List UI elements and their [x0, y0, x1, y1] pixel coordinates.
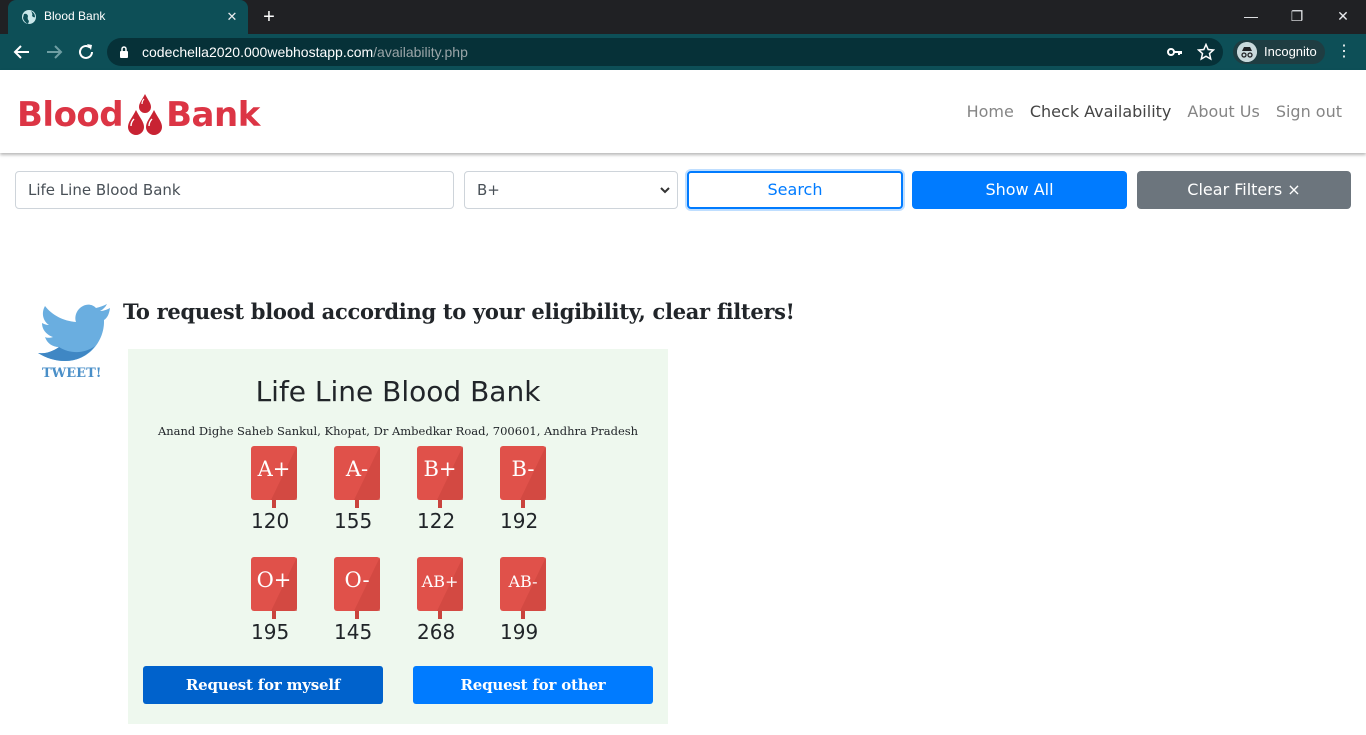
blood-group-label: AB- [508, 572, 538, 591]
blood-unit-count: 192 [500, 509, 539, 533]
blood-bag-B-neg: B- [500, 446, 546, 508]
url-host: codechella2020.000webhostapp.com [142, 44, 374, 60]
blood-group-label: B+ [423, 457, 457, 481]
bank-name-input[interactable]: Life Line Blood Bank [15, 171, 454, 209]
blood-unit-count: 120 [251, 509, 290, 533]
twitter-bird-icon [38, 304, 110, 361]
blood-group-label: A- [345, 457, 369, 481]
blood-bank-card: Life Line Blood Bank Anand Dighe Saheb S… [128, 349, 668, 724]
incognito-badge[interactable]: Incognito [1233, 40, 1325, 64]
blood-unit-count: 268 [417, 620, 456, 644]
nav-sign-out[interactable]: Sign out [1276, 102, 1342, 121]
nav-check-availability[interactable]: Check Availability [1030, 102, 1172, 121]
blood-bag-AB-pos: AB+ [417, 557, 463, 619]
brand-word-blood: Blood [17, 95, 124, 135]
site-navbar: Blood Bank Home Check Availability About… [0, 70, 1366, 153]
search-button[interactable]: Search [687, 171, 903, 209]
blood-group-label: AB+ [421, 572, 459, 591]
blood-bag-O-neg: O- [334, 557, 380, 619]
browser-tabstrip: Blood Bank ✕ + — ❐ ✕ [0, 0, 1366, 34]
blood-unit-count: 122 [417, 509, 456, 533]
tab-close-icon[interactable]: ✕ [223, 8, 241, 26]
incognito-icon [1237, 42, 1257, 62]
show-all-button[interactable]: Show All [912, 171, 1127, 209]
blood-group-label: O+ [256, 568, 292, 592]
tweet-label: TWEET! [42, 366, 102, 381]
bank-name: Life Line Blood Bank [255, 375, 541, 408]
back-arrow-icon[interactable] [11, 41, 33, 63]
incognito-label: Incognito [1264, 44, 1317, 59]
key-icon[interactable] [1167, 45, 1183, 59]
reload-icon[interactable] [75, 41, 97, 63]
blood-group-label: O- [344, 568, 370, 592]
blood-bag-B-pos: B+ [417, 446, 463, 508]
browser-toolbar: codechella2020.000webhostapp.com/availab… [0, 34, 1366, 70]
blood-unit-count: 195 [251, 620, 290, 644]
eligibility-notice: To request blood according to your eligi… [123, 299, 795, 324]
url-path: /availability.php [373, 44, 468, 60]
chevron-down-icon [660, 187, 670, 194]
blood-group-select[interactable]: B+ [464, 171, 678, 209]
bookmark-star-icon[interactable] [1197, 43, 1215, 61]
new-tab-icon[interactable]: + [258, 6, 280, 28]
bank-address: Anand Dighe Saheb Sankul, Khopat, Dr Amb… [157, 424, 639, 438]
lock-icon [120, 46, 128, 58]
browser-menu-icon[interactable]: ⋮ [1336, 42, 1352, 62]
window-minimize-icon[interactable]: — [1237, 6, 1265, 26]
blood-bag-AB-neg: AB- [500, 557, 546, 619]
tab-title: Blood Bank [44, 9, 106, 23]
blood-unit-count: 145 [334, 620, 373, 644]
blood-unit-count: 155 [334, 509, 373, 533]
clear-filters-button[interactable]: Clear Filters × [1137, 171, 1351, 209]
blood-unit-count: 199 [500, 620, 539, 644]
window-close-icon[interactable]: ✕ [1329, 6, 1357, 26]
browser-tab[interactable]: Blood Bank ✕ [8, 0, 248, 34]
blood-group-label: B- [511, 457, 535, 481]
blood-bag-A-neg: A- [334, 446, 380, 508]
nav-links: Home Check Availability About Us Sign ou… [951, 102, 1342, 121]
nav-home[interactable]: Home [967, 102, 1014, 121]
blood-bag-O-pos: O+ [251, 557, 297, 619]
request-for-myself-button[interactable]: Request for myself [143, 666, 383, 704]
brand-logo[interactable]: Blood Bank [17, 92, 260, 138]
globe-icon [22, 10, 36, 24]
blood-drops-icon [128, 94, 163, 135]
request-for-other-button[interactable]: Request for other [413, 666, 653, 704]
url-text: codechella2020.000webhostapp.com/availab… [142, 44, 468, 60]
nav-about-us[interactable]: About Us [1187, 102, 1259, 121]
forward-arrow-icon[interactable] [43, 41, 65, 63]
tweet-badge[interactable]: TWEET! [38, 304, 112, 382]
address-bar[interactable]: codechella2020.000webhostapp.com/availab… [107, 38, 1223, 66]
window-restore-icon[interactable]: ❐ [1283, 6, 1311, 26]
blood-bag-A-pos: A+ [251, 446, 297, 508]
blood-group-label: A+ [257, 457, 291, 481]
blood-group-selected: B+ [477, 181, 500, 199]
brand-word-bank: Bank [166, 95, 260, 135]
